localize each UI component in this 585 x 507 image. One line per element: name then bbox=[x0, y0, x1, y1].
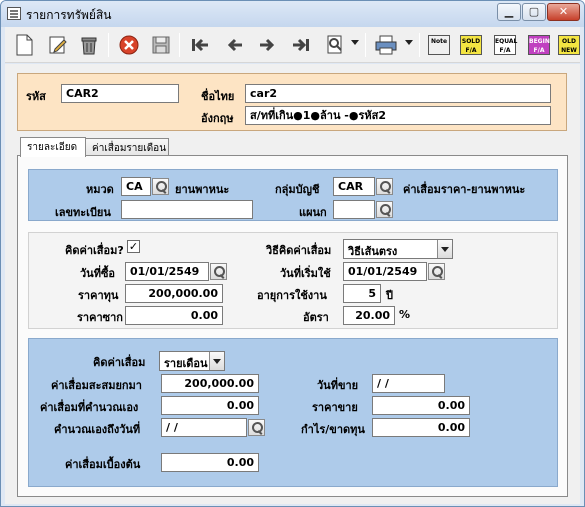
thai-name-label: ชื่อไทย bbox=[201, 90, 235, 103]
life-input[interactable]: 5 bbox=[343, 284, 381, 303]
english-name-label: อังกฤษ bbox=[201, 112, 234, 125]
minimize-button[interactable]: ▁ bbox=[497, 3, 521, 21]
header-panel: รหัส CAR2 ชื่อไทย car2 อังกฤษ ส/ทที่เกิน… bbox=[17, 73, 567, 131]
print-dropdown-icon[interactable] bbox=[405, 40, 413, 45]
rate-unit: % bbox=[399, 308, 411, 321]
begin-fa-icon[interactable]: BEGIN F/A bbox=[526, 32, 552, 58]
code-input[interactable]: CAR2 bbox=[61, 84, 179, 103]
toolbar-separator bbox=[365, 33, 366, 57]
cancel-icon[interactable] bbox=[116, 32, 142, 58]
method-select[interactable]: วิธีเส้นตรง bbox=[343, 239, 453, 259]
account-group-desc: ค่าเสื่อมราคา-ยานพาหนะ bbox=[403, 183, 526, 196]
calc-depr-checkbox[interactable]: ✓ bbox=[127, 240, 140, 253]
reg-no-label: เลขทะเบียน bbox=[55, 206, 111, 219]
tab-monthly-depreciation[interactable]: ค่าเสื่อมรายเดือน bbox=[85, 138, 169, 156]
salvage-input[interactable]: 0.00 bbox=[125, 306, 223, 325]
toolbar-separator bbox=[108, 33, 109, 57]
calc-to-date-search-icon[interactable] bbox=[248, 419, 265, 436]
accum-depr-input[interactable]: 200,000.00 bbox=[161, 374, 259, 393]
search-document-icon[interactable] bbox=[322, 32, 348, 58]
method-select-value: วิธีเส้นตรง bbox=[348, 245, 398, 258]
toolbar: Note SOLD F/A EQUAL F/A BEGIN F/A OLD NE… bbox=[5, 27, 580, 63]
sale-date-input[interactable]: / / bbox=[372, 374, 445, 393]
start-date-label: วันที่เริ่มใช้ bbox=[280, 267, 331, 280]
category-search-icon[interactable] bbox=[152, 178, 169, 195]
purchase-date-label: วันที่ซื้อ bbox=[80, 267, 116, 280]
life-unit: ปี bbox=[386, 289, 393, 302]
content-area: รหัส CAR2 ชื่อไทย car2 อังกฤษ ส/ทที่เกิน… bbox=[5, 64, 580, 504]
summary-panel: คิดค่าเสื่อม รายเดือน ค่าเสื่อมสะสมยกมา … bbox=[28, 338, 558, 487]
last-record-icon[interactable] bbox=[288, 32, 314, 58]
note-icon[interactable]: Note bbox=[426, 32, 452, 58]
self-calc-depr-input[interactable]: 0.00 bbox=[161, 396, 259, 415]
method-label: วิธีคิดค่าเสื่อม bbox=[266, 244, 332, 257]
initial-depr-label: ค่าเสื่อมเบื้องต้น bbox=[65, 458, 141, 471]
tab-details[interactable]: รายละเอียด bbox=[20, 137, 86, 157]
app-icon bbox=[7, 7, 21, 20]
calc-method-select[interactable]: รายเดือน bbox=[159, 351, 225, 371]
accum-depr-label: ค่าเสื่อมสะสมยกมา bbox=[51, 379, 142, 392]
salvage-label: ราคาซาก bbox=[77, 311, 123, 324]
first-record-icon[interactable] bbox=[187, 32, 213, 58]
english-name-input[interactable]: ส/ทที่เกิน●1●ล้าน -●รหัส2 bbox=[245, 106, 551, 125]
start-date-input[interactable]: 01/01/2549 bbox=[343, 262, 427, 281]
purchase-date-input[interactable]: 01/01/2549 bbox=[125, 262, 209, 281]
toolbar-separator bbox=[179, 33, 180, 57]
self-calc-depr-label: ค่าเสื่อมที่คำนวณเอง bbox=[40, 401, 139, 414]
dept-label: แผนก bbox=[299, 206, 327, 219]
calc-method-select-value: รายเดือน bbox=[164, 357, 208, 370]
cost-input[interactable]: 200,000.00 bbox=[125, 284, 223, 303]
category-label: หมวด bbox=[86, 183, 114, 196]
chevron-down-icon[interactable] bbox=[209, 352, 224, 370]
code-label: รหัส bbox=[26, 90, 46, 103]
depreciation-panel: คิดค่าเสื่อม? ✓ วิธีคิดค่าเสื่อม วิธีเส้… bbox=[28, 232, 558, 329]
sold-fa-icon[interactable]: SOLD F/A bbox=[458, 32, 484, 58]
calc-method-label: คิดค่าเสื่อม bbox=[93, 356, 146, 369]
edit-icon[interactable] bbox=[45, 32, 71, 58]
print-icon[interactable] bbox=[373, 32, 399, 58]
calc-depr-label: คิดค่าเสื่อม? bbox=[65, 244, 124, 257]
account-group-input[interactable]: CAR bbox=[333, 177, 375, 196]
new-document-icon[interactable] bbox=[11, 32, 37, 58]
category-input[interactable]: CA bbox=[121, 177, 151, 196]
close-button[interactable]: ✕ bbox=[547, 3, 580, 21]
sale-date-label: วันที่ขาย bbox=[317, 379, 359, 392]
window-title: รายการทรัพย์สิน bbox=[26, 8, 112, 22]
trash-icon[interactable] bbox=[76, 32, 102, 58]
chevron-down-icon[interactable] bbox=[437, 240, 452, 258]
profit-label: กำไร/ขาดทุน bbox=[301, 423, 365, 436]
life-label: อายุการใช้งาน bbox=[257, 289, 327, 302]
reg-no-input[interactable] bbox=[121, 200, 253, 219]
category-desc: ยานพาหนะ bbox=[175, 183, 230, 196]
account-group-label: กลุ่มบัญชี bbox=[275, 183, 320, 196]
details-tab-page: หมวด CA ยานพาหนะ กลุ่มบัญชี CAR ค่าเสื่อ… bbox=[17, 155, 568, 497]
search-dropdown-icon[interactable] bbox=[351, 40, 359, 45]
title-bar: รายการทรัพย์สิน ▁ ▢ ✕ bbox=[1, 1, 584, 27]
cost-label: ราคาทุน bbox=[78, 289, 119, 302]
toolbar-separator bbox=[419, 33, 420, 57]
rate-input[interactable]: 20.00 bbox=[343, 306, 395, 325]
initial-depr-input[interactable]: 0.00 bbox=[161, 453, 259, 472]
save-icon[interactable] bbox=[148, 32, 174, 58]
calc-to-date-input[interactable]: / / bbox=[161, 418, 247, 437]
sale-price-label: ราคาขาย bbox=[312, 401, 358, 414]
start-date-search-icon[interactable] bbox=[428, 263, 445, 280]
previous-record-icon[interactable] bbox=[222, 32, 248, 58]
maximize-button[interactable]: ▢ bbox=[522, 3, 546, 21]
old-new-icon[interactable]: OLD NEW bbox=[556, 32, 582, 58]
thai-name-input[interactable]: car2 bbox=[245, 84, 551, 103]
dept-search-icon[interactable] bbox=[376, 201, 393, 218]
dept-input[interactable] bbox=[333, 200, 375, 219]
sale-price-input[interactable]: 0.00 bbox=[372, 396, 470, 415]
account-group-search-icon[interactable] bbox=[376, 178, 393, 195]
equal-fa-icon[interactable]: EQUAL F/A bbox=[492, 32, 518, 58]
rate-label: อัตรา bbox=[303, 311, 329, 324]
profit-input[interactable]: 0.00 bbox=[372, 418, 470, 437]
next-record-icon[interactable] bbox=[254, 32, 280, 58]
purchase-date-search-icon[interactable] bbox=[210, 263, 227, 280]
asset-window: รายการทรัพย์สิน ▁ ▢ ✕ Note SOLD F/A EQUA… bbox=[0, 0, 585, 507]
calc-to-date-label: คำนวณเองถึงวันที่ bbox=[54, 423, 141, 436]
category-panel: หมวด CA ยานพาหนะ กลุ่มบัญชี CAR ค่าเสื่อ… bbox=[28, 169, 558, 221]
